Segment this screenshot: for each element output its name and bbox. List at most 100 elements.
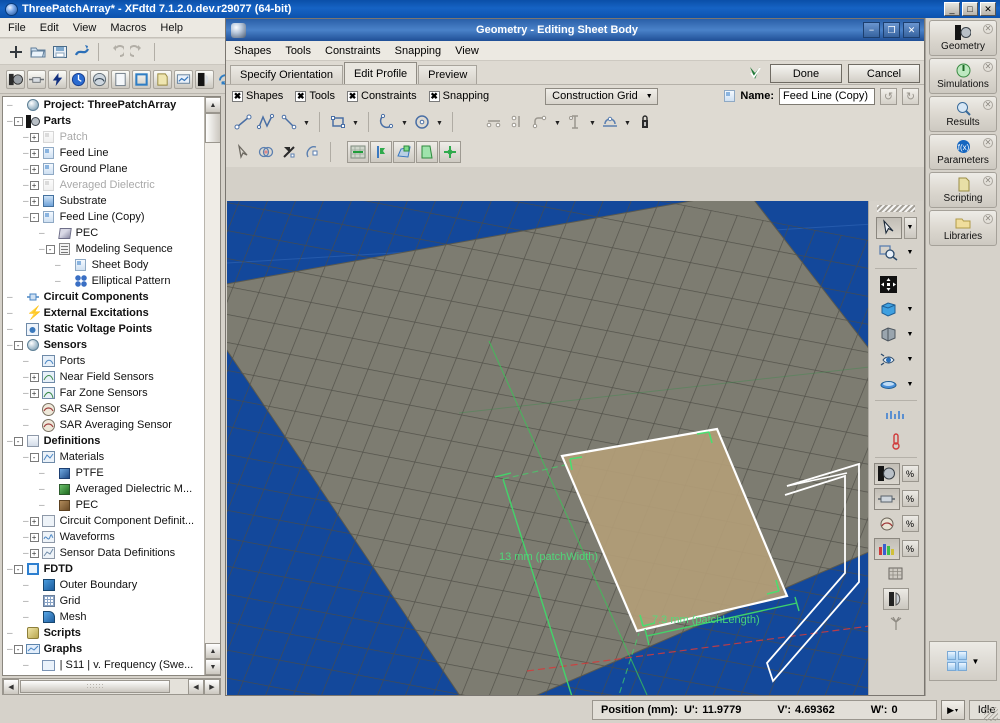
tree-item[interactable]: –Sheet Body (3, 257, 206, 273)
tree-item[interactable]: –+Feed Line (3, 145, 206, 161)
tree-item[interactable]: –SAR Sensor (3, 401, 206, 417)
fields-transparency-button[interactable]: % (902, 540, 919, 557)
geometry-minimize-button[interactable]: − (863, 22, 880, 38)
tree-item[interactable]: –-Materials (3, 449, 206, 465)
tree-item[interactable]: –-Modeling Sequence (3, 241, 206, 257)
maximize-button[interactable]: □ (962, 2, 978, 16)
tree-item[interactable]: –+Waveforms (3, 529, 206, 545)
fields-visibility-icon[interactable] (874, 538, 900, 560)
done-button[interactable]: Done (770, 64, 842, 83)
grid-visibility-icon[interactable] (874, 488, 900, 510)
tree-item[interactable]: –Project: ThreePatchArray (3, 97, 206, 113)
snap-face-icon[interactable] (416, 141, 438, 163)
tree-item[interactable]: –+Sensor Data Definitions (3, 545, 206, 561)
fdtd-icon[interactable] (132, 70, 151, 89)
geometry-menu-view[interactable]: View (455, 45, 479, 57)
close-button[interactable]: ✕ (980, 2, 996, 16)
mesh-visibility-icon[interactable] (883, 563, 909, 585)
play-icon[interactable]: ▶▾ (941, 700, 965, 720)
tree-item[interactable]: –PEC (3, 225, 206, 241)
tree-item[interactable]: –-FDTD (3, 561, 206, 577)
tree-expander-toggle[interactable]: + (30, 533, 39, 542)
tree-item[interactable]: –Scripts (3, 625, 206, 641)
tree-item[interactable]: –Circuit Components (3, 289, 206, 305)
tree-item[interactable]: –Ports (3, 353, 206, 369)
tree-horizontal-scrollbar[interactable]: ◀ ◀ ▶ (2, 678, 221, 695)
tree-item[interactable]: –PTFE (3, 465, 206, 481)
sidebar-tab-geometry[interactable]: ✕ Geometry (929, 20, 997, 56)
tree-expander-toggle[interactable]: - (30, 213, 39, 222)
tree-expander-toggle[interactable]: - (14, 645, 23, 654)
scroll-right-button[interactable]: ▶ (204, 679, 220, 695)
geometry-transparency-button[interactable]: % (902, 465, 919, 482)
sidebar-tab-scripting[interactable]: ✕ Scripting (929, 172, 997, 208)
toolstrip-grip-icon[interactable] (877, 205, 915, 212)
run-simulation-icon[interactable] (72, 42, 91, 61)
excitations-icon[interactable] (48, 70, 67, 89)
chevron-down-icon-layout[interactable]: ▼ (972, 657, 980, 666)
menu-item-help[interactable]: Help (160, 22, 183, 34)
scroll-down-button[interactable]: ▼ (205, 659, 221, 675)
chevron-down-icon-rect[interactable]: ▼ (350, 111, 361, 133)
trim-icon[interactable] (483, 111, 505, 133)
tree-expander-toggle[interactable]: + (30, 389, 39, 398)
tree-item[interactable]: –-Graphs (3, 641, 206, 657)
zoom-region-icon[interactable] (876, 242, 902, 264)
project-tree-panel[interactable]: –Project: ThreePatchArray–-Parts–+Patch–… (2, 96, 221, 676)
graphs-icon[interactable] (174, 70, 193, 89)
extend-icon[interactable] (506, 111, 528, 133)
tangent-icon[interactable] (278, 141, 300, 163)
tree-item[interactable]: –-Definitions (3, 433, 206, 449)
tree-item[interactable]: –+Circuit Component Definit... (3, 513, 206, 529)
geometry-menu-snapping[interactable]: Snapping (395, 45, 442, 57)
name-input[interactable]: Feed Line (Copy) (779, 88, 875, 105)
close-icon-libraries[interactable]: ✕ (983, 214, 993, 224)
tree-item[interactable]: –+Near Field Sensors (3, 369, 206, 385)
checkbox-shapes[interactable]: ✖ Shapes (232, 90, 283, 102)
tree-expander-toggle[interactable]: - (30, 453, 39, 462)
menu-item-view[interactable]: View (73, 22, 97, 34)
snap-point-icon[interactable] (370, 141, 392, 163)
close-icon-scripting[interactable]: ✕ (983, 176, 993, 186)
tree-scroll-thumb[interactable] (205, 113, 221, 143)
chevron-down-icon-dim[interactable]: ▼ (587, 111, 598, 133)
sidebar-tab-parameters[interactable]: ✕ f(x) Parameters (929, 134, 997, 170)
geometry-menu-tools[interactable]: Tools (285, 45, 311, 57)
menu-item-edit[interactable]: Edit (40, 22, 59, 34)
layout-selector[interactable]: ▼ (929, 641, 997, 681)
tree-item[interactable]: –+Far Zone Sensors (3, 385, 206, 401)
scroll-up-button[interactable]: ▲ (205, 97, 221, 113)
tree-item[interactable]: –-Feed Line (Copy) (3, 209, 206, 225)
circle-icon[interactable] (411, 111, 433, 133)
tree-hscroll-thumb[interactable] (20, 680, 170, 693)
line-icon[interactable] (232, 111, 254, 133)
circuit-components-icon[interactable] (27, 70, 46, 89)
select-arrow-icon[interactable] (876, 217, 902, 239)
tree-item[interactable]: –+Ground Plane (3, 161, 206, 177)
select-icon[interactable] (232, 141, 254, 163)
tree-expander-toggle[interactable]: - (14, 341, 23, 350)
close-icon[interactable]: ✕ (983, 24, 993, 34)
minimize-button[interactable]: _ (944, 2, 960, 16)
solid-view-icon[interactable] (876, 299, 902, 321)
construction-grid-dropdown[interactable]: Construction Grid ▼ (545, 88, 658, 105)
resize-grip-icon[interactable] (984, 707, 998, 721)
checkbox-constraints[interactable]: ✖ Constraints (347, 90, 417, 102)
sensors-transparency-button[interactable]: % (902, 515, 919, 532)
tree-expander-toggle[interactable]: + (30, 517, 39, 526)
open-project-icon[interactable] (28, 42, 47, 61)
checkbox-shapes-box[interactable]: ✖ (232, 91, 243, 102)
tree-item[interactable]: –+Patch (3, 129, 206, 145)
tree-expander-toggle[interactable]: + (30, 133, 39, 142)
tree-expander-toggle[interactable]: - (14, 437, 23, 446)
chevron-down-icon-light[interactable]: ▼ (904, 349, 917, 371)
tree-item[interactable]: –Elliptical Pattern (3, 273, 206, 289)
tree-expander-toggle[interactable]: + (30, 149, 39, 158)
tree-expander-toggle[interactable]: + (30, 549, 39, 558)
tree-item[interactable]: –-Sensors (3, 337, 206, 353)
scroll-down-button-upper[interactable]: ▲ (205, 643, 221, 659)
sensors-icon[interactable] (69, 70, 88, 89)
chevron-down-icon[interactable]: ▼ (301, 111, 312, 133)
new-project-icon[interactable] (6, 42, 25, 61)
tree-vertical-scrollbar[interactable]: ▲ ▲ ▼ (204, 97, 220, 675)
